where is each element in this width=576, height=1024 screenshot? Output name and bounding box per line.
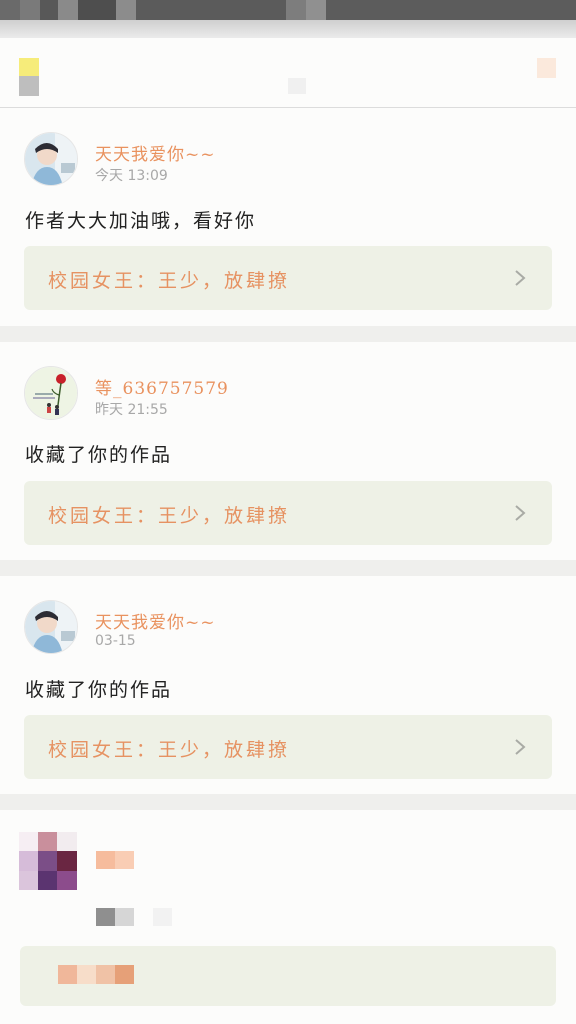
card-divider — [0, 326, 576, 342]
chevron-right-icon — [515, 505, 526, 521]
comment-time: 今天 13:09 — [95, 168, 168, 184]
status-bar-shadow — [0, 20, 576, 38]
work-title: 校园女王：王少，放肆撩 — [48, 739, 291, 761]
content-obscured — [96, 908, 172, 926]
work-link[interactable]: 校园女王：王少，放肆撩 — [24, 246, 552, 310]
chevron-right-icon — [515, 270, 526, 286]
rose-avatar[interactable] — [24, 366, 78, 420]
work-link-obscured[interactable] — [20, 946, 556, 1006]
comment-card: 等_636757579 昨天 21:55 收藏了你的作品 校园女王：王少，放肆撩 — [0, 342, 576, 560]
work-link[interactable]: 校园女王：王少，放肆撩 — [24, 481, 552, 545]
work-title: 校园女王：王少，放肆撩 — [48, 505, 291, 527]
back-icon-lower — [19, 76, 39, 96]
work-link[interactable]: 校园女王：王少，放肆撩 — [24, 715, 552, 779]
comment-time: 03-15 — [95, 633, 136, 649]
comment-content: 收藏了你的作品 — [25, 444, 173, 466]
comment-card: 天天我爱你~~ 03-15 收藏了你的作品 校园女王：王少，放肆撩 — [0, 576, 576, 794]
comment-card-obscured — [0, 810, 576, 1024]
user-avatar[interactable] — [24, 600, 78, 654]
page-title — [288, 78, 306, 94]
username[interactable]: 天天我爱你~~ — [95, 608, 216, 633]
comment-content: 作者大大加油哦，看好你 — [25, 210, 257, 232]
card-divider — [0, 794, 576, 810]
action-icon[interactable] — [537, 58, 556, 78]
back-icon[interactable] — [19, 58, 39, 76]
chevron-right-icon — [515, 739, 526, 755]
comment-time: 昨天 21:55 — [95, 402, 168, 418]
username[interactable]: 等_636757579 — [95, 374, 229, 399]
username[interactable]: 天天我爱你~~ — [95, 140, 216, 165]
comment-card: 天天我爱你~~ 今天 13:09 作者大大加油哦，看好你 校园女王：王少，放肆撩 — [0, 108, 576, 326]
status-bar — [0, 0, 576, 20]
user-avatar[interactable] — [24, 132, 78, 186]
comment-content: 收藏了你的作品 — [25, 679, 173, 701]
work-title: 校园女王：王少，放肆撩 — [48, 270, 291, 292]
page-header — [0, 38, 576, 108]
avatar-obscured[interactable] — [19, 832, 77, 890]
card-divider — [0, 560, 576, 576]
username-obscured[interactable] — [96, 851, 134, 869]
